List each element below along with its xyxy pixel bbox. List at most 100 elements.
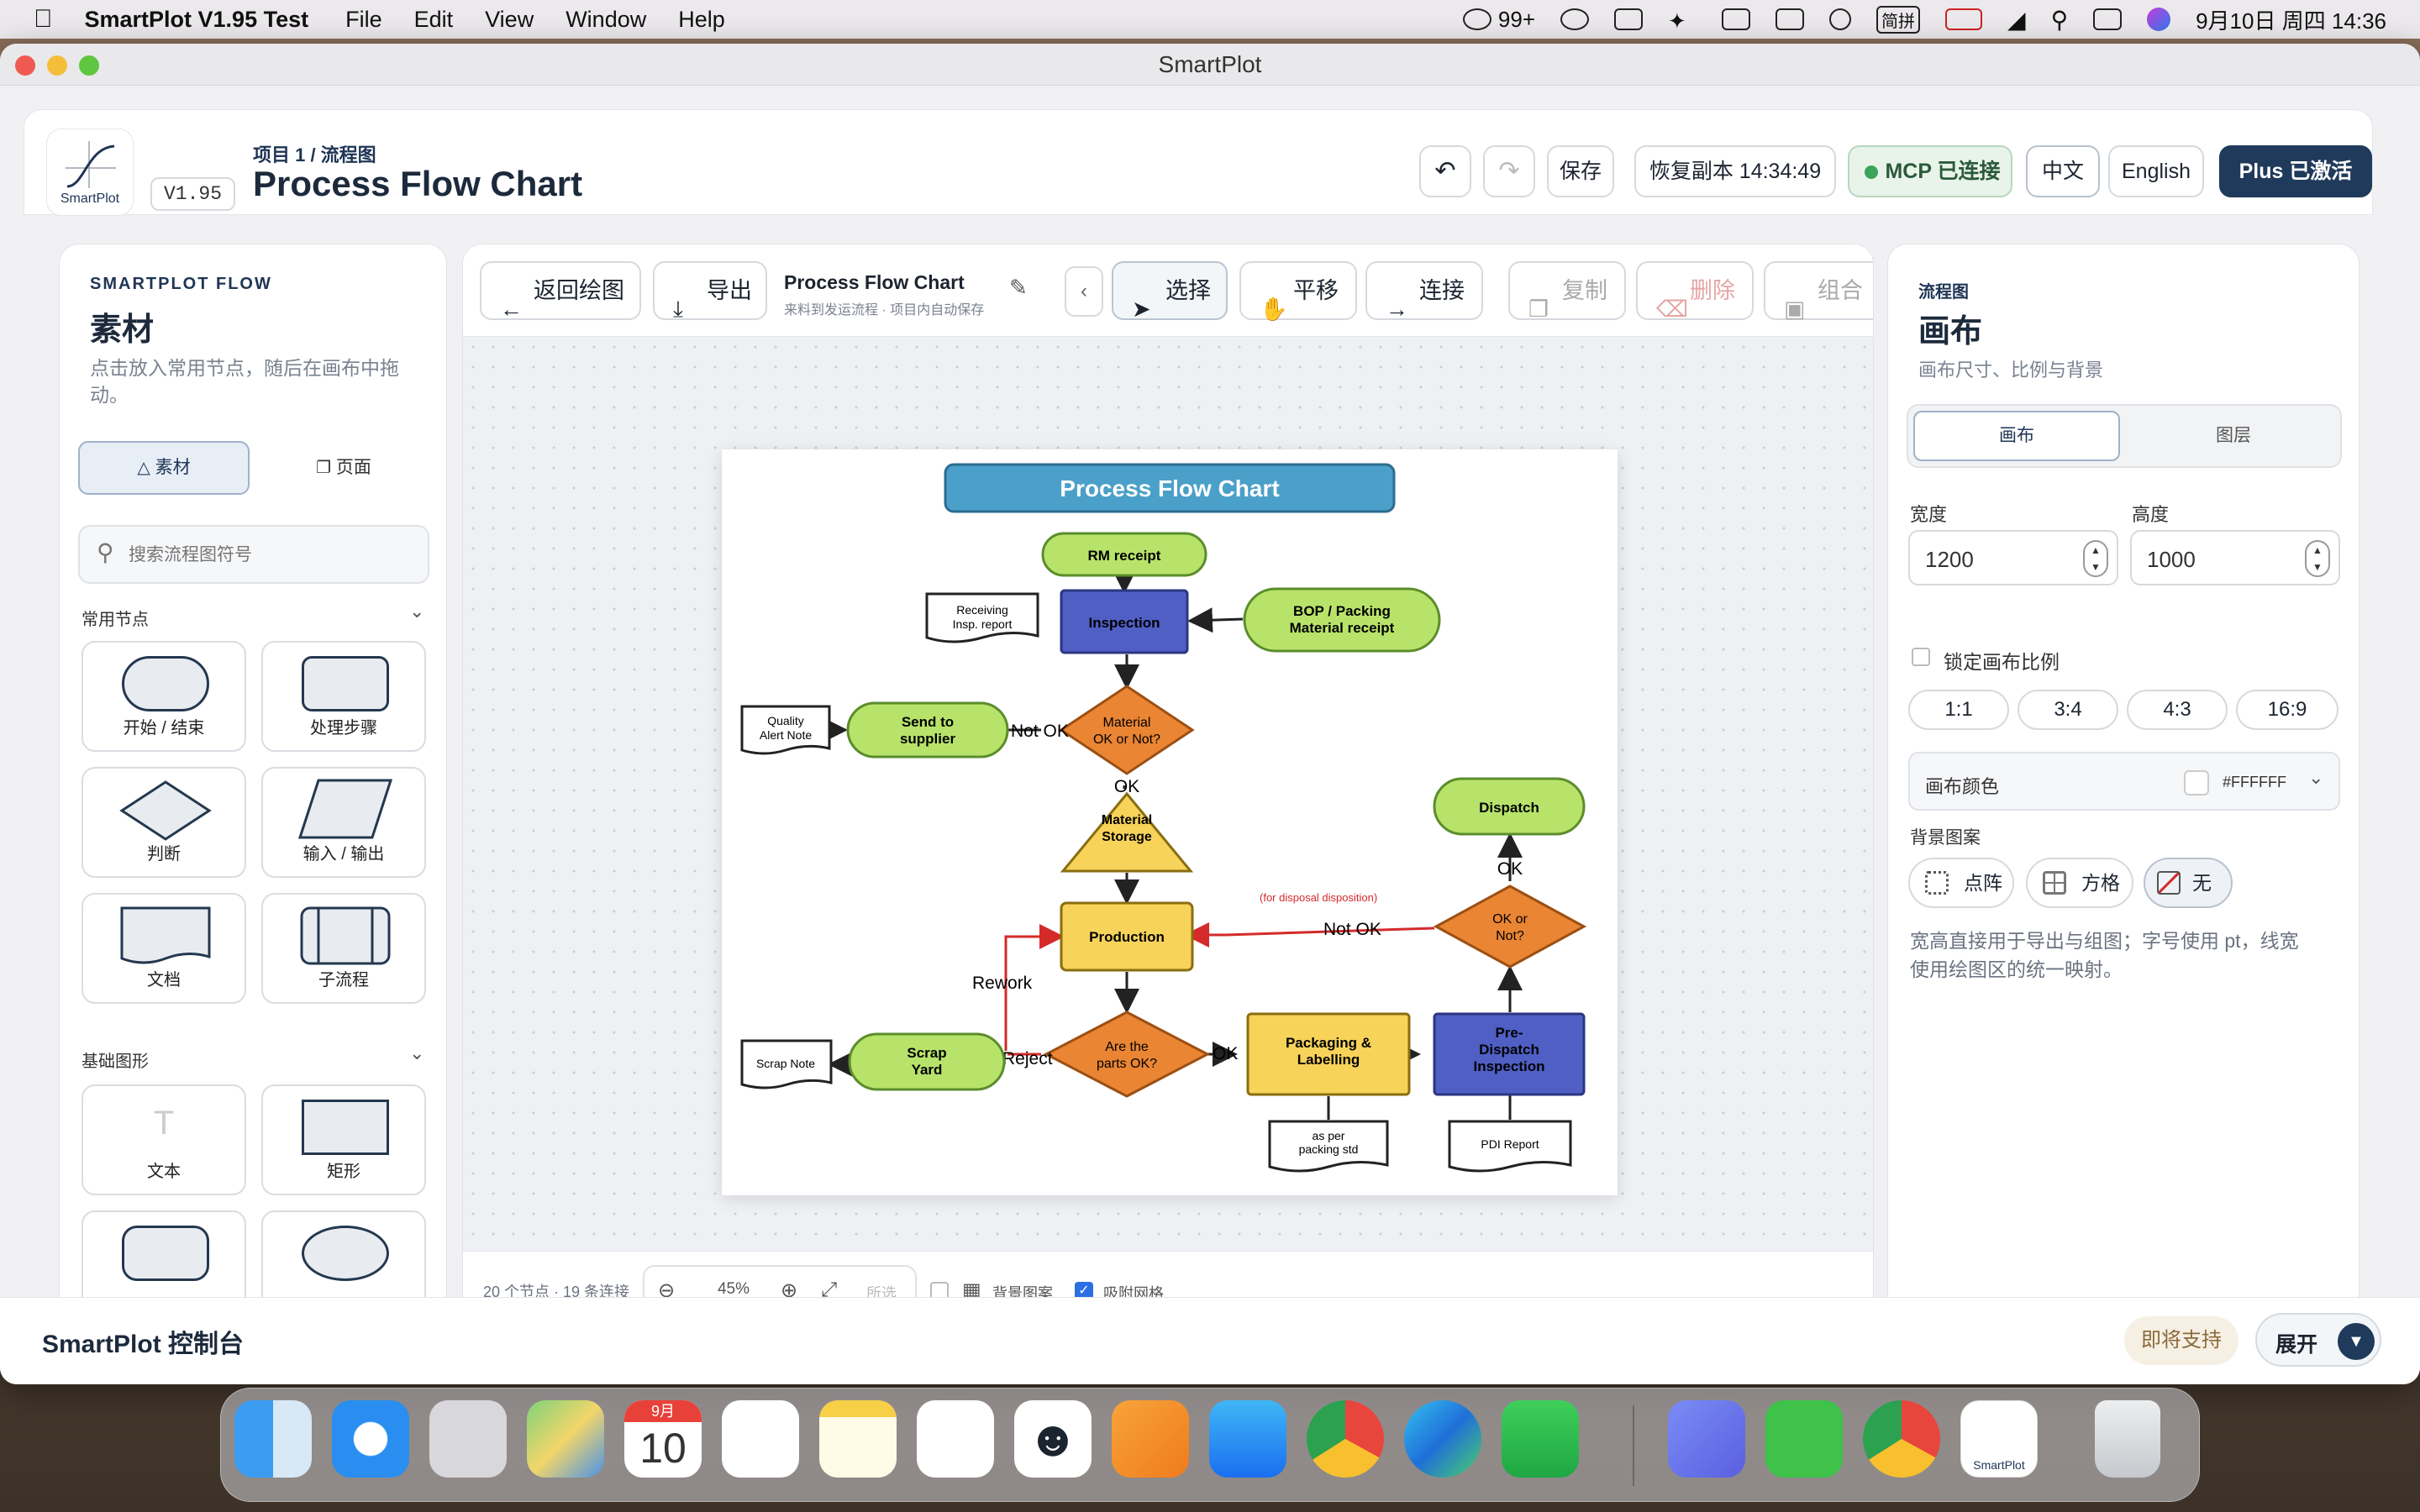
menu-file[interactable]: File: [345, 7, 382, 33]
back-to-draw-button[interactable]: ← 返回绘图: [480, 261, 641, 322]
width-stepper-icon[interactable]: ▲ ▼: [2083, 540, 2108, 577]
wechat-icon[interactable]: [1765, 1400, 1843, 1478]
copy-button[interactable]: ❐ 复制: [1508, 261, 1626, 322]
safari-icon[interactable]: [332, 1400, 409, 1478]
export-button[interactable]: ⤓ 导出: [653, 261, 767, 322]
tool-pan[interactable]: ✋ 平移: [1239, 261, 1357, 322]
control-center-icon[interactable]: [2093, 8, 2123, 30]
battery-icon[interactable]: [1945, 8, 1983, 30]
mcp-status-badge[interactable]: MCP 已连接: [1848, 145, 2012, 197]
height-stepper-icon[interactable]: ▲ ▼: [2305, 540, 2330, 577]
chevron-down-icon[interactable]: ⌄: [409, 601, 424, 622]
edge-rework[interactable]: [1004, 924, 1065, 1051]
menu-edit[interactable]: Edit: [414, 7, 454, 33]
restore-backup-button[interactable]: 恢复副本 14:34:49: [1634, 145, 1836, 197]
expand-console-button[interactable]: 展开 ▼: [2255, 1313, 2381, 1367]
input-method[interactable]: 简拼: [1876, 5, 1921, 34]
canvas-page[interactable]: Process Flow Chart RM receipt Inspection…: [722, 449, 1618, 1195]
node-parts-ok[interactable]: [1043, 1011, 1211, 1098]
app-store-icon[interactable]: [1209, 1400, 1286, 1478]
edge[interactable]: [1187, 607, 1244, 633]
notes-icon[interactable]: [819, 1400, 897, 1478]
node-card-rect[interactable]: 矩形: [261, 1084, 426, 1195]
canvas-color-picker[interactable]: 画布颜色 #FFFFFF ⌄: [1908, 752, 2340, 811]
pattern-none-button[interactable]: 无: [2144, 858, 2233, 908]
group-basic-shapes[interactable]: 基础图形: [82, 1047, 149, 1072]
save-button[interactable]: 保存: [1547, 145, 1614, 197]
delete-button[interactable]: ⌫ 删除: [1636, 261, 1754, 322]
siri-icon[interactable]: [2147, 8, 2171, 31]
pattern-dots-button[interactable]: 点阵: [1908, 858, 2014, 908]
reminders-icon[interactable]: [722, 1400, 799, 1478]
close-window-button[interactable]: [15, 55, 35, 76]
smartplot-dock-icon[interactable]: SmartPlot: [1960, 1400, 2038, 1478]
segment-canvas[interactable]: 画布: [1913, 411, 2120, 461]
node-material-ok[interactable]: [1059, 685, 1195, 775]
ratio-16-9[interactable]: 16:9: [2236, 690, 2338, 730]
menu-window[interactable]: Window: [566, 7, 646, 33]
node-final-ok[interactable]: [1433, 885, 1587, 969]
calendar-icon[interactable]: 9月 10: [624, 1400, 702, 1478]
tool-icon[interactable]: [1614, 8, 1644, 30]
menu-clock[interactable]: 9月10日 周四 14:36: [2196, 4, 2386, 35]
tool-select[interactable]: ➤ 选择: [1112, 261, 1228, 322]
ratio-4-3[interactable]: 4:3: [2127, 690, 2228, 730]
launchpad-icon[interactable]: [429, 1400, 507, 1478]
edge-icon[interactable]: [1404, 1400, 1481, 1478]
search-input[interactable]: [129, 538, 414, 572]
ratio-3-4[interactable]: 3:4: [2018, 690, 2118, 730]
bird-icon[interactable]: ✦: [1668, 8, 1697, 34]
search-box[interactable]: ⚲: [78, 525, 429, 584]
collapse-chevron-left-icon[interactable]: ‹: [1065, 266, 1103, 317]
height-input[interactable]: 1000 ▲ ▼: [2130, 530, 2340, 585]
edge-not-ok[interactable]: [1184, 922, 1435, 948]
node-send-supplier[interactable]: [846, 701, 1009, 759]
chrome-icon[interactable]: [1863, 1400, 1940, 1478]
tab-assets[interactable]: △ 素材: [78, 441, 250, 495]
node-card-subprocess[interactable]: 子流程: [261, 893, 426, 1004]
lock-ratio-checkbox[interactable]: [1912, 648, 1930, 666]
node-card-decision[interactable]: 判断: [82, 767, 246, 878]
maps-icon[interactable]: [527, 1400, 604, 1478]
freeform-icon[interactable]: [917, 1400, 994, 1478]
zoom-level[interactable]: 45%: [707, 1280, 760, 1299]
trash-icon[interactable]: [2095, 1400, 2160, 1478]
width-input[interactable]: 1200 ▲ ▼: [1908, 530, 2118, 585]
node-card-document[interactable]: 文档: [82, 893, 246, 1004]
chrome-icon[interactable]: [1307, 1400, 1384, 1478]
edit-title-icon[interactable]: ✎: [1009, 275, 1028, 301]
zoom-window-button[interactable]: [79, 55, 99, 76]
lang-en-button[interactable]: English: [2108, 145, 2204, 197]
memory-icon[interactable]: [1776, 8, 1805, 30]
lang-zh-button[interactable]: 中文: [2026, 145, 2100, 197]
tab-pages[interactable]: ❐ 页面: [258, 441, 429, 495]
finder-icon[interactable]: [234, 1400, 312, 1478]
clock-icon[interactable]: [1829, 8, 1852, 30]
node-card-process[interactable]: 处理步骤: [261, 641, 426, 752]
terminal-app-icon[interactable]: [1668, 1400, 1745, 1478]
qq-icon[interactable]: ☻: [1014, 1400, 1092, 1478]
node-card-io[interactable]: 输入 / 输出: [261, 767, 426, 878]
monitor-icon[interactable]: [1722, 8, 1751, 30]
wifi-icon[interactable]: ◢: [2007, 6, 2026, 34]
search-icon[interactable]: ⚲: [2051, 6, 2069, 34]
chatgpt-icon[interactable]: [1560, 8, 1590, 30]
menu-view[interactable]: View: [485, 7, 534, 33]
node-card-text[interactable]: T 文本: [82, 1084, 246, 1195]
segment-layers[interactable]: 图层: [2130, 411, 2337, 461]
apple-icon[interactable]: : [34, 5, 53, 34]
pattern-grid-button[interactable]: 方格: [2026, 858, 2133, 908]
ratio-1-1[interactable]: 1:1: [1908, 690, 2009, 730]
redo-button[interactable]: ↷: [1483, 145, 1535, 197]
minimize-window-button[interactable]: [47, 55, 67, 76]
plus-button[interactable]: Plus 已激活: [2219, 145, 2372, 197]
tool-connect[interactable]: → 连接: [1365, 261, 1483, 322]
pages-app-icon[interactable]: [1112, 1400, 1189, 1478]
group-button[interactable]: ▣ 组合: [1764, 261, 1873, 322]
menu-app-name[interactable]: SmartPlot V1.95 Test: [85, 7, 309, 33]
undo-button[interactable]: ↶: [1419, 145, 1471, 197]
node-card-terminal[interactable]: 开始 / 结束: [82, 641, 246, 752]
wechat-status-icon[interactable]: 99+: [1462, 7, 1535, 33]
menu-help[interactable]: Help: [678, 7, 725, 33]
numbers-icon[interactable]: [1502, 1400, 1579, 1478]
